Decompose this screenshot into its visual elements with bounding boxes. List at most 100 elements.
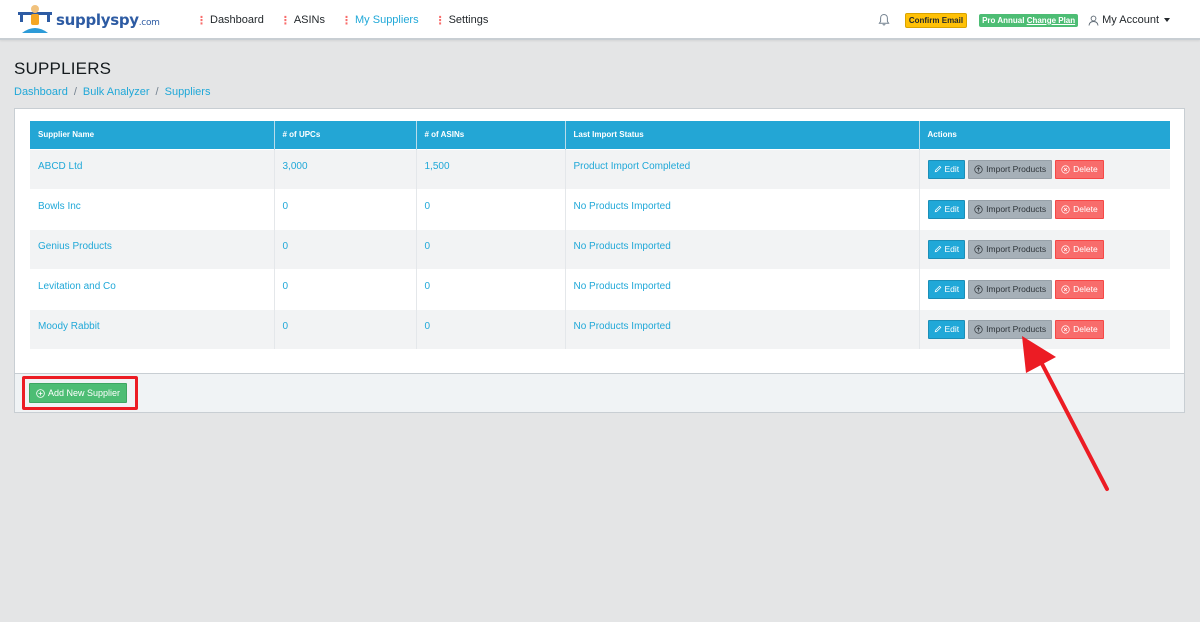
pencil-icon [934,205,941,213]
breadcrumb-bulk-analyzer[interactable]: Bulk Analyzer [83,86,150,98]
import-status-cell: No Products Imported [565,308,920,349]
edit-button[interactable]: Edit [927,319,966,339]
row-actions: Edit Import Products Delete [927,319,1163,339]
top-navbar: supplyspy.com ⋮ Dashboard ⋮ ASINs ⋮ My Supp… [0,0,1200,40]
close-circle-icon [1061,284,1070,294]
upc-count-cell: 0 [274,268,417,309]
import-label: Import Products [986,324,1047,335]
card-body: Supplier Name # of UPCs # of ASINs Last … [30,121,1170,349]
menu-dots-icon: ⋮ [196,14,207,27]
import-products-button[interactable]: Import Products [968,159,1053,179]
confirm-email-badge[interactable]: Confirm Email [904,12,968,28]
delete-label: Delete [1073,204,1098,214]
edit-button[interactable]: Edit [927,239,966,259]
header-last-import-status[interactable]: Last Import Status [565,121,920,149]
upc-count-cell: 0 [274,228,417,269]
account-menu[interactable]: My Account [1088,14,1170,26]
breadcrumb: Dashboard / Bulk Analyzer / Suppliers [14,86,210,98]
pencil-icon [934,285,941,293]
close-circle-icon [1061,325,1070,334]
upload-circle-icon [974,325,983,334]
pencil-icon [934,245,941,253]
supplier-name-cell[interactable]: Bowls Inc [30,188,275,229]
supplier-name-cell[interactable]: Moody Rabbit [30,308,275,349]
nav-asins[interactable]: ⋮ ASINs [280,14,325,27]
import-products-button[interactable]: Import Products [968,319,1053,339]
header-asins[interactable]: # of ASINs [416,121,566,149]
brand-logo[interactable]: supplyspy.com [16,2,160,38]
upc-count-cell: 0 [274,308,417,349]
suppliers-table: Supplier Name # of UPCs # of ASINs Last … [30,121,1170,349]
breadcrumb-suppliers[interactable]: Suppliers [165,86,211,98]
table-row: Genius Products 0 0 No Products Imported Edi… [30,228,1170,269]
row-actions: Edit Import Products Delete [927,239,1163,259]
table-header-row: Supplier Name # of UPCs # of ASINs Last … [30,121,1170,149]
navbar-right: Confirm Email Pro Annual Change Plan My … [877,0,1170,40]
nav-my-suppliers[interactable]: ⋮ My Suppliers [341,14,419,27]
supplier-name-cell[interactable]: Levitation and Co [30,268,275,309]
import-label: Import Products [986,244,1047,254]
delete-button[interactable]: Delete [1055,159,1104,179]
edit-label: Edit [944,164,960,174]
delete-button[interactable]: Delete [1055,199,1104,219]
edit-button[interactable]: Edit [927,199,966,219]
menu-dots-icon: ⋮ [341,14,352,27]
upload-circle-icon [974,244,983,254]
import-products-button[interactable]: Import Products [968,279,1053,299]
nav-label: Dashboard [210,14,264,26]
breadcrumb-dashboard[interactable]: Dashboard [14,86,68,98]
edit-button[interactable]: Edit [927,159,966,179]
plus-circle-icon [36,388,45,398]
plan-label: Pro Annual [982,15,1025,25]
change-plan-link[interactable]: Change Plan [1027,16,1075,25]
supplier-name-cell[interactable]: ABCD Ltd [30,148,275,189]
table-row: Levitation and Co 0 0 No Products Imported E… [30,268,1170,309]
add-new-supplier-button[interactable]: Add New Supplier [29,383,128,403]
edit-label: Edit [944,204,960,214]
row-actions: Edit Import Products Delete [927,159,1163,179]
asin-count-cell: 0 [416,268,566,309]
page-title: SUPPLIERS [14,59,112,78]
delete-button[interactable]: Delete [1055,279,1104,299]
delete-label: Delete [1073,284,1098,294]
brand-name: supplyspy.com [56,11,160,29]
delete-label: Delete [1073,164,1098,174]
table-row: Moody Rabbit 0 0 No Products Imported Edit Im… [30,308,1170,349]
upload-circle-icon [974,164,983,174]
actions-cell: Edit Import Products Delete [919,308,1170,349]
suppliers-card: Supplier Name # of UPCs # of ASINs Last … [14,108,1185,413]
actions-cell: Edit Import Products Delete [919,148,1170,189]
import-label: Import Products [986,284,1047,294]
add-new-supplier-label: Add New Supplier [48,388,121,398]
pencil-icon [934,325,941,333]
nav-settings[interactable]: ⋮ Settings [435,14,489,27]
import-label: Import Products [986,204,1047,214]
asin-count-cell: 0 [416,228,566,269]
upc-count-cell: 3,000 [274,148,417,189]
nav-dashboard[interactable]: ⋮ Dashboard [196,14,264,27]
upc-count-cell: 0 [274,188,417,229]
upload-circle-icon [974,204,983,214]
nav-label: My Suppliers [355,14,419,26]
edit-label: Edit [944,284,960,294]
delete-button[interactable]: Delete [1055,239,1104,259]
header-upcs[interactable]: # of UPCs [274,121,417,149]
bell-icon[interactable] [877,13,891,27]
import-products-button[interactable]: Import Products [968,239,1053,259]
pencil-icon [934,165,941,173]
supplier-name-cell[interactable]: Genius Products [30,228,275,269]
breadcrumb-separator: / [155,86,159,98]
header-supplier-name[interactable]: Supplier Name [30,121,275,149]
delete-button[interactable]: Delete [1055,319,1104,339]
edit-label: Edit [944,244,960,254]
chevron-down-icon [1164,18,1170,22]
import-status-cell: No Products Imported [565,228,920,269]
asin-count-cell: 0 [416,308,566,349]
import-products-button[interactable]: Import Products [968,199,1053,219]
header-actions: Actions [919,121,1170,149]
import-label: Import Products [986,164,1047,174]
card-footer: Add New Supplier [15,373,1184,412]
edit-button[interactable]: Edit [927,279,966,299]
table-row: ABCD Ltd 3,000 1,500 Product Import Complet… [30,148,1170,189]
main-nav: ⋮ Dashboard ⋮ ASINs ⋮ My Suppliers ⋮ Setting… [196,0,504,40]
